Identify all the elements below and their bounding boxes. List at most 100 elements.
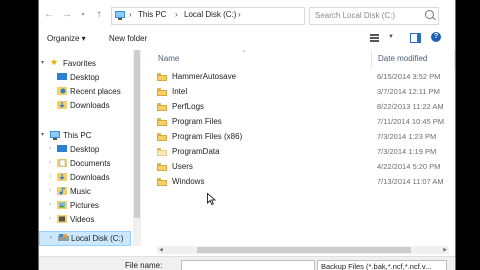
expand-chevron-icon[interactable]: › [49, 185, 51, 198]
hscrollbar-thumb[interactable] [197, 247, 411, 253]
up-arrow-icon[interactable]: ↑ [93, 9, 105, 21]
file-row[interactable]: Program Files 7/11/2014 10:45 PM File fo… [153, 115, 455, 129]
view-dropdown-icon[interactable]: ▼ [388, 34, 394, 40]
expand-chevron-icon[interactable]: › [49, 157, 51, 170]
scroll-right-icon[interactable]: ▶ [443, 246, 447, 254]
nav-pc-desktop[interactable]: › Desktop [39, 143, 131, 156]
expand-chevron-icon[interactable]: › [49, 199, 51, 212]
nav-music[interactable]: › Music [39, 185, 131, 198]
help-icon[interactable]: ? [431, 32, 441, 42]
expand-chevron-icon[interactable]: › [49, 213, 51, 226]
nav-pictures[interactable]: › Pictures [39, 199, 131, 212]
collapse-chevron-icon[interactable]: ▾ [41, 129, 44, 142]
breadcrumb-local-disk[interactable]: Local Disk (C:) [184, 10, 236, 19]
file-name: Program Files [172, 117, 222, 126]
file-row[interactable]: ProgramData 7/3/2014 1:19 PM File folder [153, 145, 455, 159]
videos-icon [57, 215, 67, 223]
file-row[interactable]: Windows 7/13/2014 11:07 AM File folder [153, 175, 455, 189]
folder-icon [157, 118, 167, 126]
nav-recent-places[interactable]: Recent places [39, 85, 131, 98]
file-list-hscrollbar[interactable]: ◀ ▶ [157, 246, 449, 254]
this-pc-icon [50, 131, 60, 140]
nav-label: Recent places [70, 87, 121, 96]
file-name: Intel [172, 87, 188, 96]
sort-arrow-icon: ^ [243, 50, 246, 56]
nav-videos[interactable]: › Videos [39, 213, 131, 226]
nav-pc-downloads[interactable]: › Downloads [39, 171, 131, 184]
expand-chevron-icon[interactable]: › [49, 143, 51, 156]
file-date: 3/7/2014 12:11 PM [377, 87, 440, 96]
file-row[interactable]: Program Files (x86) 7/3/2014 1:23 PM Fil… [153, 130, 455, 144]
nav-documents[interactable]: › Documents [39, 157, 131, 170]
search-icon [425, 10, 434, 19]
folder-icon [157, 73, 167, 81]
folder-icon [157, 103, 167, 111]
search-placeholder: Search Local Disk (C:) [315, 11, 396, 20]
nav-local-disk[interactable]: › Local Disk (C:) [39, 231, 131, 246]
file-date: 7/3/2014 1:19 PM [377, 147, 437, 156]
file-name: Program Files (x86) [172, 132, 243, 141]
file-date: 8/22/2013 11:22 AM [377, 102, 444, 111]
folder-icon [157, 163, 167, 171]
file-date: 7/13/2014 11:07 AM [377, 177, 444, 186]
nav-scrollbar-thumb[interactable] [134, 50, 140, 218]
drive-icon [58, 234, 69, 241]
breadcrumb-separator: › [238, 10, 241, 19]
search-box[interactable]: Search Local Disk (C:) [309, 7, 439, 25]
file-name: ProgramData [172, 147, 220, 156]
filename-input[interactable] [181, 260, 315, 270]
scroll-left-icon[interactable]: ◀ [159, 246, 163, 254]
file-row[interactable]: PerfLogs 8/22/2013 11:22 AM File folder [153, 100, 455, 114]
pictures-icon [57, 201, 67, 209]
nav-scrollbar[interactable] [133, 50, 141, 246]
expand-chevron-icon[interactable]: › [50, 232, 52, 245]
file-row[interactable]: HammerAutosave 6/15/2014 3:52 PM File fo… [153, 70, 455, 84]
breadcrumb-separator: › [175, 10, 178, 19]
nav-label: This PC [63, 131, 92, 140]
file-date: 7/3/2014 1:23 PM [377, 132, 437, 141]
expand-chevron-icon[interactable]: › [49, 171, 51, 184]
save-dialog: ← → ▾ ↑ › This PC › Local Disk (C:) › ▾ … [38, 0, 456, 270]
downloads-icon [57, 173, 67, 181]
nav-label: Favorites [63, 59, 96, 68]
filename-row: File name: Backup Files (*.bak,*.ncf,*.n… [39, 256, 455, 270]
file-row[interactable]: Intel 3/7/2014 12:11 PM File folder [153, 85, 455, 99]
breadcrumb-this-pc[interactable]: This PC [138, 10, 166, 19]
breadcrumb-separator: › [129, 10, 132, 19]
folder-icon [157, 133, 167, 141]
recent-locations-chevron-icon[interactable]: ▾ [77, 9, 89, 21]
mouse-cursor-icon [207, 193, 216, 206]
organize-menu[interactable]: Organize ▾ [47, 34, 86, 43]
nav-this-pc[interactable]: ▾ This PC [39, 129, 131, 142]
file-name: HammerAutosave [172, 72, 237, 81]
collapse-chevron-icon[interactable]: ▾ [41, 57, 44, 70]
filetype-select[interactable]: Backup Files (*.bak,*.ncf,*.ncf.v... [317, 260, 447, 270]
downloads-icon [57, 101, 67, 109]
file-date: 7/11/2014 10:45 PM [377, 117, 444, 126]
view-options-icon[interactable] [370, 34, 379, 42]
column-header-name[interactable]: Name [158, 54, 179, 63]
folder-icon [157, 178, 167, 186]
forward-arrow-icon[interactable]: → [61, 9, 73, 21]
folder-icon [157, 148, 167, 156]
nav-favorites[interactable]: ▾ ★ Favorites [39, 57, 131, 70]
file-row[interactable]: Users 4/22/2014 5:20 PM File folder [153, 160, 455, 174]
nav-label: Desktop [70, 73, 100, 82]
documents-icon [57, 159, 67, 167]
column-divider[interactable] [454, 50, 455, 68]
desktop-icon [57, 73, 67, 80]
file-date: 6/15/2014 3:52 PM [377, 72, 441, 81]
nav-label: Music [70, 187, 91, 196]
file-name: PerfLogs [172, 102, 205, 111]
column-header-date[interactable]: Date modified [378, 54, 427, 63]
nav-label: Documents [70, 159, 111, 168]
new-folder-button[interactable]: New folder [109, 34, 147, 43]
address-bar-row: ← → ▾ ↑ › This PC › Local Disk (C:) › ▾ … [39, 0, 455, 30]
back-arrow-icon[interactable]: ← [43, 9, 55, 21]
filetype-value: Backup Files (*.bak,*.ncf,*.ncf.v... [321, 262, 432, 270]
address-box[interactable]: › This PC › Local Disk (C:) › ▾ ↻ [111, 7, 366, 25]
nav-desktop[interactable]: Desktop [39, 71, 131, 84]
preview-pane-icon[interactable] [410, 33, 421, 43]
column-divider[interactable] [371, 50, 372, 68]
nav-downloads[interactable]: Downloads [39, 99, 131, 112]
